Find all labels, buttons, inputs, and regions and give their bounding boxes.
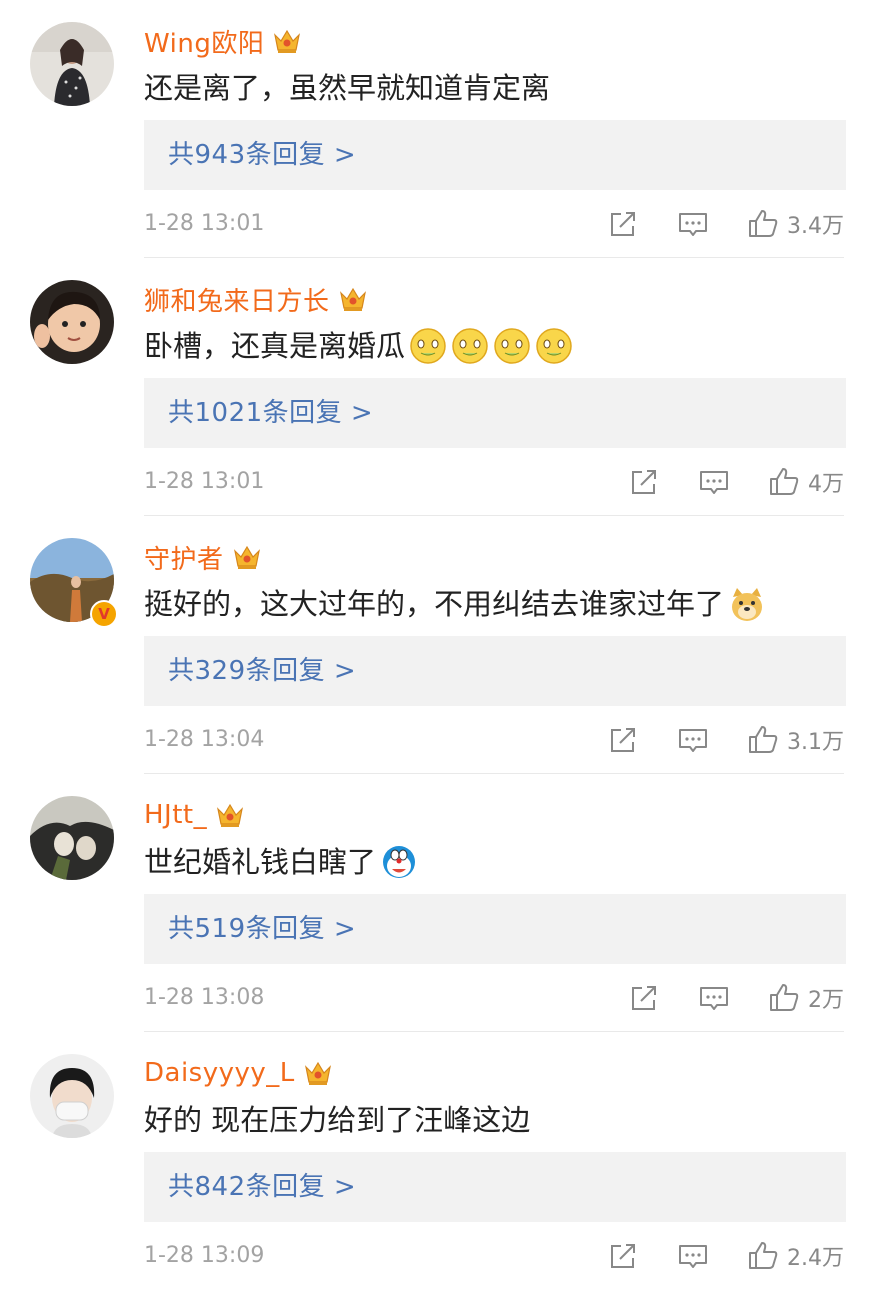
- user-row: 守护者: [144, 538, 262, 576]
- crown-icon: [274, 29, 301, 53]
- comment-icon[interactable]: [677, 724, 709, 756]
- comment-text-row: 好的 现在压力给到了汪峰这边: [144, 1100, 844, 1140]
- replies-link[interactable]: 共842条回复 >: [168, 1152, 356, 1222]
- comment-meta: 1-28 13:01 4万: [144, 460, 844, 504]
- comment-meta: 1-28 13:04 3.1万: [144, 718, 844, 762]
- comment-text-row: 还是离了，虽然早就知道肯定离: [144, 68, 844, 108]
- comment-meta: 1-28 13:08 2万: [144, 976, 844, 1020]
- user-avatar[interactable]: [30, 796, 114, 880]
- share-icon[interactable]: [628, 466, 660, 498]
- timestamp: 1-28 13:01: [144, 469, 265, 494]
- melon-emoji-icon: [494, 328, 530, 364]
- crown-icon: [304, 1061, 331, 1085]
- comment-text: 好的 现在压力给到了汪峰这边: [144, 1103, 531, 1137]
- verified-mark: V: [98, 605, 110, 623]
- comment-meta: 1-28 13:01 3.4万: [144, 202, 844, 246]
- timestamp: 1-28 13:09: [144, 1243, 265, 1268]
- action-bar: 4万: [628, 460, 844, 504]
- replies-link[interactable]: 共943条回复 >: [168, 120, 356, 190]
- like-count: 3.1万: [787, 730, 844, 755]
- replies-box[interactable]: 共1021条回复 >: [144, 378, 846, 448]
- crown-icon: [217, 803, 244, 827]
- melon-emoji-icon: [410, 328, 446, 364]
- replies-link[interactable]: 共1021条回复 >: [168, 378, 373, 448]
- user-row: 狮和兔来日方长: [144, 280, 368, 318]
- timestamp: 1-28 13:04: [144, 727, 265, 752]
- comment-item: Wing欧阳 还是离了，虽然早就知道肯定离 共943条回复 > 1-28 13:…: [0, 0, 874, 258]
- username[interactable]: Daisyyyy_L: [144, 1058, 295, 1088]
- like-button[interactable]: 4万: [768, 466, 844, 498]
- comment-item: 狮和兔来日方长 卧槽，还真是离婚瓜 共1021条回复 > 1-28 13:01: [0, 258, 874, 516]
- crown-icon: [339, 287, 366, 311]
- comment-text-row: 世纪婚礼钱白瞎了: [144, 842, 844, 882]
- action-bar: 2.4万: [607, 1234, 844, 1278]
- comment-icon[interactable]: [677, 208, 709, 240]
- user-row: Wing欧阳: [144, 22, 302, 60]
- username[interactable]: 狮和兔来日方长: [144, 281, 330, 318]
- comment-icon[interactable]: [677, 1240, 709, 1272]
- like-count: 4万: [808, 472, 844, 497]
- username[interactable]: Wing欧阳: [144, 23, 264, 60]
- verified-badge: V: [90, 600, 118, 628]
- comment-text: 卧槽，还真是离婚瓜: [144, 329, 406, 363]
- comment-text: 世纪婚礼钱白瞎了: [144, 845, 377, 879]
- share-icon[interactable]: [607, 1240, 639, 1272]
- comment-item: Daisyyyy_L 好的 现在压力给到了汪峰这边 共842条回复 > 1-28…: [0, 1032, 874, 1290]
- user-row: Daisyyyy_L: [144, 1054, 333, 1092]
- replies-link[interactable]: 共519条回复 >: [168, 894, 356, 964]
- comment-meta: 1-28 13:09 2.4万: [144, 1234, 844, 1278]
- share-icon[interactable]: [628, 982, 660, 1014]
- doge-emoji-icon: [732, 588, 763, 621]
- thumbs-up-icon[interactable]: [747, 724, 779, 756]
- melon-emoji-icon: [452, 328, 488, 364]
- replies-box[interactable]: 共519条回复 >: [144, 894, 846, 964]
- replies-box[interactable]: 共329条回复 >: [144, 636, 846, 706]
- replies-box[interactable]: 共943条回复 >: [144, 120, 846, 190]
- share-icon[interactable]: [607, 724, 639, 756]
- action-bar: 3.1万: [607, 718, 844, 762]
- like-count: 2万: [808, 988, 844, 1013]
- user-avatar[interactable]: [30, 280, 114, 364]
- like-count: 3.4万: [787, 214, 844, 239]
- replies-link[interactable]: 共329条回复 >: [168, 636, 356, 706]
- thumbs-up-icon[interactable]: [747, 208, 779, 240]
- replies-box[interactable]: 共842条回复 >: [144, 1152, 846, 1222]
- action-bar: 2万: [628, 976, 844, 1020]
- comment-text-row: 挺好的，这大过年的，不用纠结去谁家过年了: [144, 584, 844, 624]
- user-row: HJtt_: [144, 796, 245, 834]
- comment-text: 挺好的，这大过年的，不用纠结去谁家过年了: [144, 587, 725, 621]
- user-avatar[interactable]: [30, 1054, 114, 1138]
- crown-icon: [233, 545, 260, 569]
- like-button[interactable]: 2万: [768, 982, 844, 1014]
- melon-emoji-icon: [536, 328, 572, 364]
- thumbs-up-icon[interactable]: [768, 466, 800, 498]
- user-avatar[interactable]: [30, 22, 114, 106]
- thumbs-up-icon[interactable]: [747, 1240, 779, 1272]
- action-bar: 3.4万: [607, 202, 844, 246]
- comment-text: 还是离了，虽然早就知道肯定离: [144, 71, 551, 105]
- like-button[interactable]: 3.1万: [747, 724, 844, 756]
- share-icon[interactable]: [607, 208, 639, 240]
- username[interactable]: 守护者: [144, 539, 224, 576]
- comment-text-row: 卧槽，还真是离婚瓜: [144, 326, 844, 366]
- comment-icon[interactable]: [698, 466, 730, 498]
- comment-item: V 守护者 挺好的，这大过年的，不用纠结去谁家过年了 共329条回复 > 1-2…: [0, 516, 874, 774]
- doraemon-emoji-icon: [383, 846, 416, 878]
- timestamp: 1-28 13:01: [144, 211, 265, 236]
- comment-item: HJtt_ 世纪婚礼钱白瞎了 共519条回复 > 1-28 13:08 2万: [0, 774, 874, 1032]
- username[interactable]: HJtt_: [144, 800, 207, 830]
- like-count: 2.4万: [787, 1246, 844, 1271]
- like-button[interactable]: 2.4万: [747, 1240, 844, 1272]
- like-button[interactable]: 3.4万: [747, 208, 844, 240]
- comment-icon[interactable]: [698, 982, 730, 1014]
- thumbs-up-icon[interactable]: [768, 982, 800, 1014]
- timestamp: 1-28 13:08: [144, 985, 265, 1010]
